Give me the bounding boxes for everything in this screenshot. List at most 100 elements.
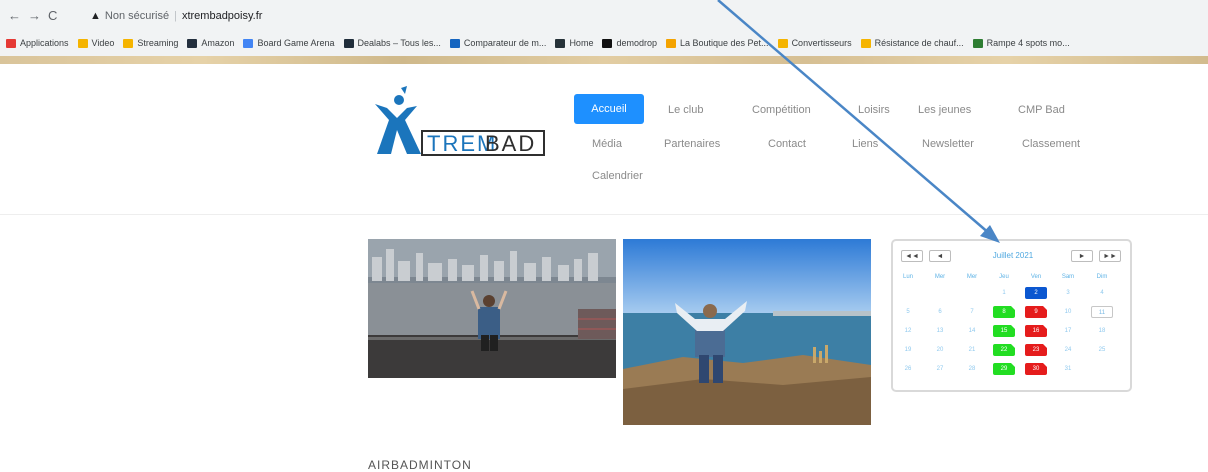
bookmark-icon bbox=[972, 38, 983, 48]
calendar-day[interactable]: 27 bbox=[929, 363, 951, 375]
nav-calendrier[interactable]: Calendrier bbox=[592, 169, 643, 183]
calendar-day[interactable]: 31 bbox=[1057, 363, 1079, 375]
bookmark-label: Applications bbox=[20, 38, 69, 48]
calendar-day[interactable]: 12 bbox=[897, 325, 919, 337]
bookmark-label: Amazon bbox=[201, 38, 235, 48]
nav-media[interactable]: Média bbox=[592, 137, 622, 151]
nav-newsletter[interactable]: Newsletter bbox=[922, 137, 974, 151]
calendar-day[interactable]: 25 bbox=[1091, 344, 1113, 356]
bookmark-label: Résistance de chauf... bbox=[874, 38, 964, 48]
nav-les-jeunes[interactable]: Les jeunes bbox=[918, 103, 971, 117]
bookmark-icon bbox=[343, 38, 354, 48]
reload-icon[interactable]: C bbox=[48, 9, 57, 23]
annotation-arrow bbox=[717, 0, 1000, 243]
bookmark-item[interactable]: La Boutique des Pet... bbox=[665, 38, 769, 48]
calendar-month-label[interactable]: Juillet 2021 bbox=[968, 251, 1058, 260]
nav-le-club[interactable]: Le club bbox=[668, 103, 703, 117]
nav-accueil[interactable]: Accueil bbox=[574, 94, 644, 124]
bookmark-label: Comparateur de m... bbox=[463, 38, 547, 48]
bookmark-label: demodrop bbox=[616, 38, 657, 48]
calendar-weekday: Dim bbox=[1096, 274, 1108, 280]
nav-contact[interactable]: Contact bbox=[768, 137, 806, 151]
nav-cmp-bad[interactable]: CMP Bad bbox=[1018, 103, 1065, 117]
bookmark-item[interactable]: Applications bbox=[6, 38, 69, 48]
calendar-day[interactable]: 9 bbox=[1025, 306, 1047, 318]
nav-liens[interactable]: Liens bbox=[852, 137, 878, 151]
calendar-weekday: Ven bbox=[1030, 274, 1042, 280]
header-divider bbox=[0, 214, 1208, 215]
nav-competition[interactable]: Compétition bbox=[752, 103, 811, 117]
nav-loisirs[interactable]: Loisirs bbox=[858, 103, 890, 117]
calendar-day[interactable]: 4 bbox=[1091, 287, 1113, 299]
calendar-day[interactable]: 30 bbox=[1025, 363, 1047, 375]
bookmark-item[interactable]: Amazon bbox=[187, 38, 234, 48]
calendar-day[interactable]: 10 bbox=[1057, 306, 1079, 318]
bookmark-item[interactable]: Streaming bbox=[123, 38, 178, 48]
bookmark-icon bbox=[243, 38, 254, 48]
bookmark-icon bbox=[449, 38, 460, 48]
calendar-day[interactable]: 18 bbox=[1091, 325, 1113, 337]
calendar-day[interactable]: 7 bbox=[961, 306, 983, 318]
bookmark-item[interactable]: Board Game Arena bbox=[243, 38, 335, 48]
calendar-day[interactable]: 15 bbox=[993, 325, 1015, 337]
calendar-day[interactable]: 26 bbox=[897, 363, 919, 375]
bookmark-item[interactable]: Résistance de chauf... bbox=[860, 38, 964, 48]
bookmark-icon bbox=[6, 38, 16, 48]
bookmark-label: Home bbox=[569, 38, 594, 48]
calendar-day[interactable]: 14 bbox=[961, 325, 983, 337]
photo-harbor[interactable] bbox=[368, 239, 616, 378]
calendar-day[interactable]: 3 bbox=[1057, 287, 1079, 299]
calendar-next-year-button[interactable]: ►► bbox=[1099, 250, 1121, 262]
site-logo[interactable]: TREM BAD bbox=[367, 86, 549, 156]
calendar-day[interactable]: 17 bbox=[1057, 325, 1079, 337]
calendar-day[interactable]: 13 bbox=[929, 325, 951, 337]
calendar-day[interactable]: 20 bbox=[929, 344, 951, 356]
bookmark-label: Dealabs – Tous les... bbox=[357, 38, 441, 48]
calendar-next-month-button[interactable]: ► bbox=[1071, 250, 1093, 262]
calendar-day[interactable]: 16 bbox=[1025, 325, 1047, 337]
calendar-day[interactable]: 6 bbox=[929, 306, 951, 318]
calendar-day[interactable]: 11 bbox=[1091, 306, 1113, 318]
calendar-day[interactable]: 8 bbox=[993, 306, 1015, 318]
calendar-day[interactable]: 24 bbox=[1057, 344, 1079, 356]
calendar-day[interactable]: 22 bbox=[993, 344, 1015, 356]
calendar-prev-year-button[interactable]: ◄◄ bbox=[901, 250, 923, 262]
back-arrow-icon[interactable]: ← bbox=[8, 9, 21, 23]
calendar-day[interactable]: 5 bbox=[897, 306, 919, 318]
logo-text-bad: BAD bbox=[485, 131, 537, 156]
bookmark-icon bbox=[77, 38, 88, 48]
security-label: Non sécurisé bbox=[104, 10, 170, 22]
forward-arrow-icon[interactable]: → bbox=[28, 9, 41, 23]
nav-classement[interactable]: Classement bbox=[1022, 137, 1080, 151]
bookmark-item[interactable]: Convertisseurs bbox=[777, 38, 852, 48]
calendar-day[interactable]: 23 bbox=[1025, 344, 1047, 356]
header-banner-strip bbox=[0, 56, 1208, 64]
address-bar[interactable]: ▲ Non sécurisé | xtrembadpoisy.fr bbox=[90, 7, 1208, 25]
bookmark-item[interactable]: Video bbox=[77, 38, 114, 48]
bookmark-item[interactable]: Comparateur de m... bbox=[449, 38, 547, 48]
bookmark-item[interactable]: Home bbox=[555, 38, 593, 48]
warning-icon: ▲ bbox=[90, 10, 101, 22]
calendar-day[interactable]: 21 bbox=[961, 344, 983, 356]
bookmark-icon bbox=[602, 38, 613, 48]
calendar-prev-month-button[interactable]: ◄ bbox=[929, 250, 951, 262]
photo-seaside[interactable] bbox=[623, 239, 871, 425]
bookmark-icon bbox=[777, 38, 788, 48]
calendar-day[interactable]: 28 bbox=[961, 363, 983, 375]
calendar-day[interactable]: 19 bbox=[897, 344, 919, 356]
calendar-day[interactable]: 1 bbox=[993, 287, 1015, 299]
url-text: xtrembadpoisy.fr bbox=[181, 10, 263, 22]
calendar-day[interactable]: 2 bbox=[1025, 287, 1047, 299]
bookmark-item[interactable]: demodrop bbox=[602, 38, 657, 48]
nav-partenaires[interactable]: Partenaires bbox=[664, 137, 720, 151]
calendar-day[interactable]: 29 bbox=[993, 363, 1015, 375]
calendar-weekday: Jeu bbox=[999, 274, 1009, 280]
bookmark-icon bbox=[555, 38, 566, 48]
section-title: AIRBADMINTON bbox=[368, 458, 472, 472]
bookmark-item[interactable]: Rampe 4 spots mo... bbox=[972, 38, 1070, 48]
bookmark-icon bbox=[123, 38, 134, 48]
bookmark-icon bbox=[187, 38, 198, 48]
bookmark-item[interactable]: Dealabs – Tous les... bbox=[343, 38, 441, 48]
player-silhouette-icon bbox=[375, 86, 421, 154]
bookmark-label: Streaming bbox=[137, 38, 179, 48]
